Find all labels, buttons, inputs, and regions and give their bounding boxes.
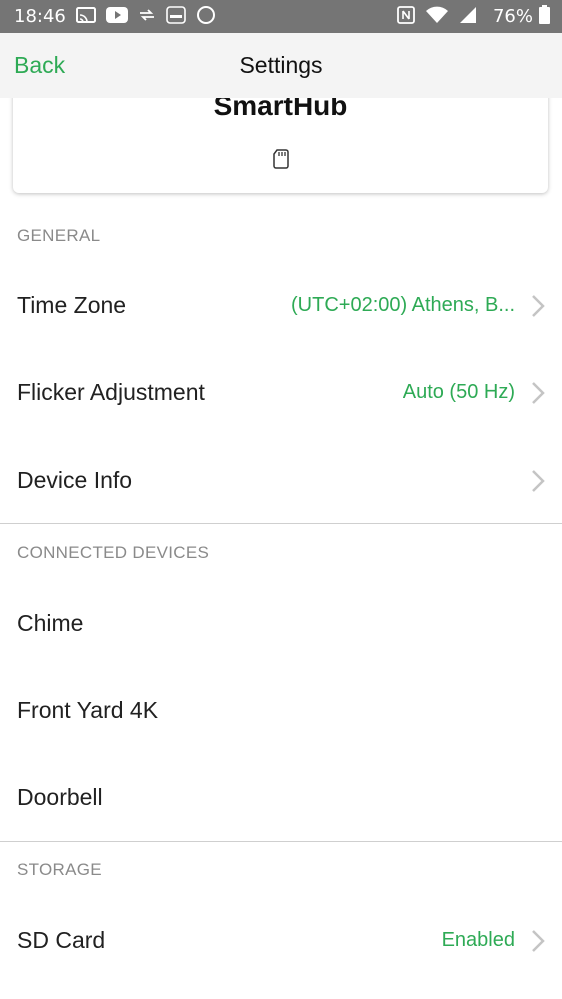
sd-card-row[interactable]: SD Card Enabled [0,897,562,984]
page-title: Settings [239,52,323,78]
connected-device-label: Chime [17,610,84,636]
nav-bar: Back Settings [0,33,562,98]
cast-icon [75,6,96,27]
section-header-storage: STORAGE [17,860,102,879]
device-info-row[interactable]: Device Info [0,437,562,524]
sd-card-icon [272,149,290,174]
chevron-right-icon [531,469,551,493]
connected-device-row-chime[interactable]: Chime [0,580,562,667]
battery-icon [539,5,550,28]
device-info-label: Device Info [17,467,133,493]
time-zone-value: (UTC+02:00) Athens, B... [291,294,515,316]
wifi-icon [425,6,449,28]
nfc-icon [397,5,415,28]
flicker-adjustment-label: Flicker Adjustment [17,379,205,405]
connected-device-row-doorbell[interactable]: Doorbell [0,754,562,841]
connect-icon [166,5,186,28]
circle-icon [196,5,216,29]
chevron-right-icon [531,294,551,318]
flicker-adjustment-row[interactable]: Flicker Adjustment Auto (50 Hz) [0,349,562,436]
section-divider [0,523,562,524]
battery-percent: 76% [492,6,533,27]
chevron-right-icon [531,929,551,953]
time-zone-label: Time Zone [17,292,127,318]
sd-card-value: Enabled [441,929,515,951]
chevron-right-icon [531,381,551,405]
connected-device-row-front-yard[interactable]: Front Yard 4K [0,667,562,754]
section-divider [0,841,562,842]
sd-card-label: SD Card [17,927,106,953]
youtube-icon [105,6,128,27]
connected-device-label: Doorbell [17,784,103,810]
status-bar: 18:46 76% [0,0,562,33]
connected-device-label: Front Yard 4K [17,697,159,723]
status-time: 18:46 [14,6,66,27]
status-right: 76% [397,5,550,28]
signal-icon [459,6,477,28]
section-header-general: GENERAL [17,226,101,245]
time-zone-row[interactable]: Time Zone (UTC+02:00) Athens, B... [0,262,562,349]
section-header-connected-devices: CONNECTED DEVICES [17,543,210,562]
sync-icon [138,7,156,27]
flicker-adjustment-value: Auto (50 Hz) [402,381,515,403]
